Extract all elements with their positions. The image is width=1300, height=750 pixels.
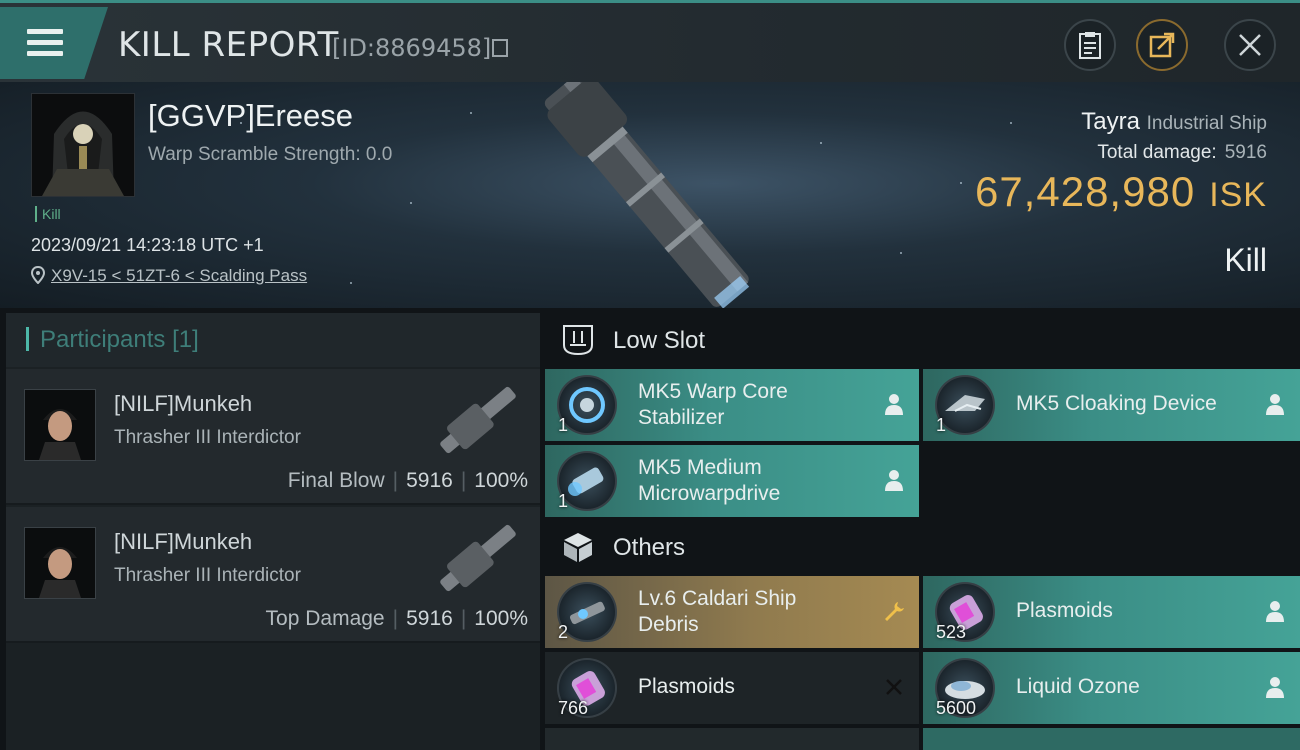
clipboard-button[interactable] <box>1064 19 1116 71</box>
total-damage-label: Total damage: <box>1097 142 1217 163</box>
participant-name: [NILF]Munkeh <box>114 529 253 554</box>
report-id: [ID:8869458] <box>332 34 492 62</box>
warp-scramble-strength: Warp Scramble Strength: 0.0 <box>148 144 393 165</box>
item-quantity: 1 <box>558 415 569 435</box>
participant-ship: Thrasher III Interdictor <box>114 427 301 448</box>
item-slot[interactable]: 2 Lv.6 Caldari Ship Debris <box>545 576 919 648</box>
hamburger-icon <box>27 29 63 62</box>
participant-name: [NILF]Munkeh <box>114 391 253 416</box>
others-label: Others <box>613 534 686 561</box>
item-slot[interactable]: 1 MK5 Warp Core Stabilizer <box>545 369 919 441</box>
kill-datetime: 2023/09/21 14:23:18 UTC +1 <box>31 235 264 255</box>
list-item-partial <box>545 728 919 750</box>
participant-avatar <box>24 389 96 461</box>
ship-name[interactable]: Tayra <box>1081 108 1140 135</box>
cube-icon <box>564 533 592 562</box>
participant-damage: 5916 <box>406 607 453 630</box>
item-quantity: 766 <box>558 698 589 718</box>
item-name: MK5 Medium Microwarpdrive <box>638 456 781 505</box>
item-quantity: 523 <box>936 622 967 642</box>
clipboard-icon <box>1079 32 1101 59</box>
item-name: MK5 Warp Core Stabilizer <box>638 380 788 429</box>
participant-avatar <box>24 527 96 599</box>
low-slot-label: Low Slot <box>613 327 706 354</box>
victim-name[interactable]: [GGVP]Ereese <box>148 98 353 134</box>
menu-button[interactable] <box>0 7 108 79</box>
victim-ship-image[interactable] <box>520 82 780 308</box>
item-quantity: 2 <box>558 622 569 642</box>
item-quantity: 5600 <box>936 698 977 718</box>
person-icon <box>1266 601 1284 622</box>
participants-count: [1] <box>172 326 199 353</box>
close-icon <box>1239 34 1261 56</box>
person-icon <box>885 470 903 491</box>
location-pin-icon <box>30 265 46 285</box>
item-name: MK5 Cloaking Device <box>1016 392 1217 415</box>
isk-value: 67,428,980 <box>974 168 1196 215</box>
person-icon <box>1266 677 1284 698</box>
result-label: Kill <box>1224 242 1267 278</box>
share-icon <box>1149 32 1175 58</box>
close-button[interactable] <box>1224 19 1276 71</box>
item-slot[interactable]: 766 Plasmoids <box>545 652 919 724</box>
low-slot-section-header: Low Slot <box>545 313 1300 369</box>
share-button[interactable] <box>1136 19 1188 71</box>
item-name: Plasmoids <box>638 675 735 698</box>
participant-percent: 100% <box>474 469 528 492</box>
top-bar: KILL REPORT [ID:8869458] <box>0 0 1300 82</box>
participant-ship-image <box>440 386 516 454</box>
item-name: Liquid Ozone <box>1016 675 1140 698</box>
victim-avatar[interactable] <box>31 93 135 197</box>
participant-damage: 5916 <box>406 469 453 492</box>
participants-label: Participants <box>40 326 166 353</box>
participant-row[interactable]: [NILF]Munkeh Thrasher III Interdictor To… <box>6 507 540 643</box>
participant-role: Final Blow <box>287 469 385 492</box>
participant-ship-image <box>440 524 516 592</box>
victim-banner: [GGVP]Ereese Warp Scramble Strength: 0.0… <box>0 82 1300 308</box>
item-slot[interactable]: 1 MK5 Cloaking Device <box>923 369 1300 441</box>
x-icon <box>886 679 902 695</box>
copy-icon[interactable] <box>492 39 508 57</box>
participant-ship: Thrasher III Interdictor <box>114 565 301 586</box>
low-slot-icon <box>563 325 593 356</box>
item-name: Plasmoids <box>1016 599 1113 622</box>
participants-header: Participants [1] <box>6 313 540 367</box>
item-quantity: 1 <box>558 491 569 511</box>
item-slot[interactable]: 523 Plasmoids <box>923 576 1300 648</box>
isk-unit: ISK <box>1209 176 1267 214</box>
kill-location[interactable]: X9V-15 < 51ZT-6 < Scalding Pass <box>30 265 307 286</box>
participant-role: Top Damage <box>265 607 385 630</box>
page-title: KILL REPORT <box>118 25 339 65</box>
ship-class: Industrial Ship <box>1146 113 1267 134</box>
item-name: Lv.6 Caldari Ship Debris <box>638 587 797 636</box>
item-quantity: 1 <box>936 415 947 435</box>
participant-percent: 100% <box>474 607 528 630</box>
kill-tag: Kill <box>35 206 61 222</box>
person-icon <box>1266 394 1284 415</box>
victim-ship-info: Tayra Industrial Ship Total damage: 5916 … <box>975 108 1267 216</box>
participants-panel: Participants [1] [NILF]Munkeh Thrasher I… <box>6 313 540 750</box>
participant-row[interactable]: [NILF]Munkeh Thrasher III Interdictor Fi… <box>6 369 540 505</box>
list-item-partial <box>923 728 1300 750</box>
total-damage-value: 5916 <box>1224 142 1267 163</box>
item-slot[interactable]: 5600 Liquid Ozone <box>923 652 1300 724</box>
wrench-icon <box>885 602 904 621</box>
item-slot[interactable]: 1 MK5 Medium Microwarpdrive <box>545 445 919 517</box>
others-section-header: Others <box>545 520 1300 576</box>
person-icon <box>885 394 903 415</box>
